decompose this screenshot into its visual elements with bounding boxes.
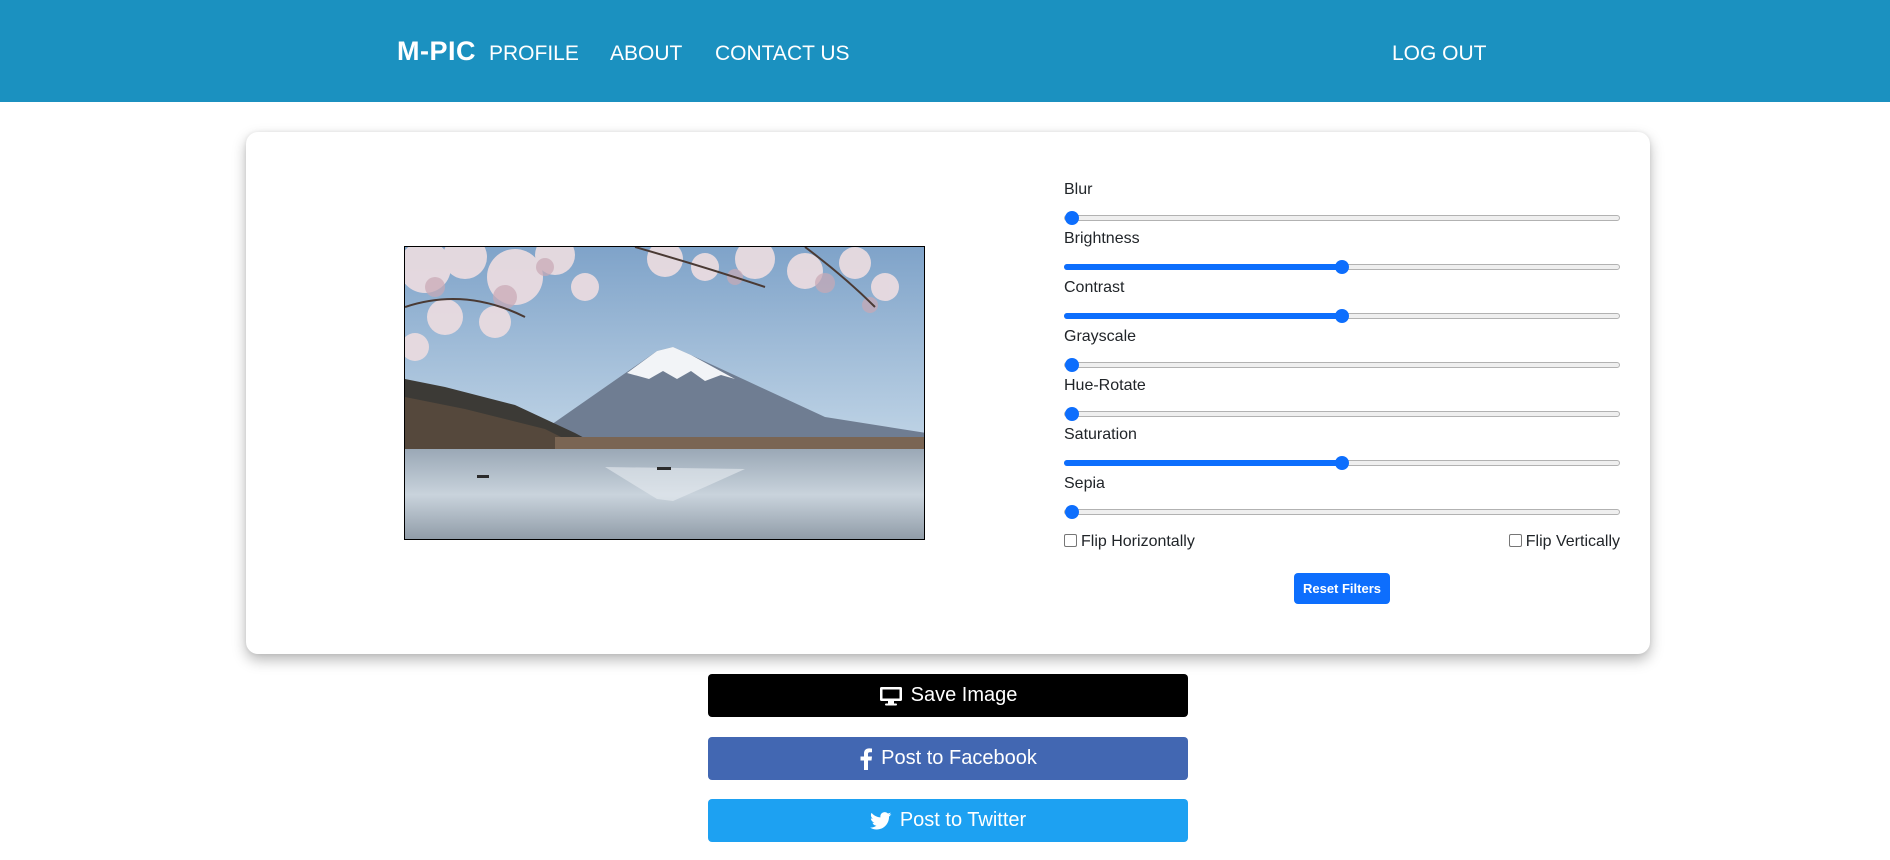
sepia-slider-track — [1064, 509, 1620, 515]
filter-saturation: Saturation — [1064, 425, 1620, 474]
post-to-twitter-label: Post to Twitter — [899, 809, 1027, 831]
contrast-slider[interactable] — [1064, 308, 1620, 324]
flip-horizontal-label: Flip Horizontally — [1081, 533, 1195, 550]
saturation-label: Saturation — [1064, 426, 1137, 443]
nav-link-profile[interactable]: PROFILE — [489, 42, 579, 66]
hue-rotate-slider[interactable] — [1064, 406, 1620, 422]
blur-slider-thumb[interactable] — [1065, 211, 1079, 225]
filter-hue-rotate: Hue-Rotate — [1064, 376, 1620, 425]
grayscale-slider[interactable] — [1064, 357, 1620, 373]
hue-rotate-label: Hue-Rotate — [1064, 377, 1146, 394]
flip-vertical-option[interactable]: Flip Vertically — [1508, 533, 1620, 551]
saturation-slider-thumb[interactable] — [1335, 456, 1349, 470]
grayscale-slider-thumb[interactable] — [1065, 358, 1079, 372]
contrast-slider-fill — [1064, 313, 1342, 319]
flip-vertical-checkbox[interactable] — [1508, 534, 1522, 547]
saturation-slider-fill — [1064, 460, 1342, 466]
flip-horizontal-checkbox[interactable] — [1064, 534, 1077, 547]
sepia-label: Sepia — [1064, 475, 1105, 492]
flip-vertical-label: Flip Vertically — [1525, 533, 1620, 550]
sepia-slider-thumb[interactable] — [1065, 505, 1079, 519]
flip-horizontal-option[interactable]: Flip Horizontally — [1064, 533, 1195, 551]
save-image-label: Save Image — [910, 684, 1018, 706]
twitter-icon — [869, 811, 892, 830]
post-to-twitter-button[interactable]: Post to Twitter — [708, 799, 1188, 842]
brightness-label: Brightness — [1064, 230, 1140, 247]
brightness-slider[interactable] — [1064, 259, 1620, 275]
hue-rotate-slider-track — [1064, 411, 1620, 417]
logout-link[interactable]: LOG OUT — [1392, 42, 1487, 66]
grayscale-slider-track — [1064, 362, 1620, 368]
grayscale-label: Grayscale — [1064, 328, 1137, 345]
facebook-icon — [859, 747, 873, 770]
blur-label: Blur — [1064, 181, 1093, 198]
post-to-facebook-button[interactable]: Post to Facebook — [708, 737, 1188, 780]
filter-sepia: Sepia — [1064, 474, 1620, 523]
contrast-label: Contrast — [1064, 279, 1125, 296]
brand-logo[interactable]: M-PIC — [397, 36, 476, 67]
filter-grayscale: Grayscale — [1064, 327, 1620, 376]
nav-link-about[interactable]: ABOUT — [610, 42, 682, 66]
desktop-icon — [879, 686, 903, 706]
reset-filters-button[interactable]: Reset Filters — [1294, 573, 1390, 604]
filter-controls: Blur Brightness Contrast Grayscale Hue-Rotat… — [1064, 180, 1620, 523]
filter-contrast: Contrast — [1064, 278, 1620, 327]
saturation-slider[interactable] — [1064, 455, 1620, 471]
sepia-slider[interactable] — [1064, 504, 1620, 520]
top-navbar: M-PIC PROFILE ABOUT CONTACT US LOG OUT — [0, 0, 1890, 102]
nav-link-contact-us[interactable]: CONTACT US — [715, 42, 850, 66]
post-to-facebook-label: Post to Facebook — [881, 747, 1037, 769]
contrast-slider-thumb[interactable] — [1335, 309, 1349, 323]
blur-slider[interactable] — [1064, 210, 1620, 226]
filter-blur: Blur — [1064, 180, 1620, 229]
flip-options: Flip Horizontally Flip Vertically — [1064, 533, 1620, 553]
save-image-button[interactable]: Save Image — [708, 674, 1188, 717]
hue-rotate-slider-thumb[interactable] — [1065, 407, 1079, 421]
brightness-slider-thumb[interactable] — [1335, 260, 1349, 274]
filter-brightness: Brightness — [1064, 229, 1620, 278]
blur-slider-track — [1064, 215, 1620, 221]
preview-image — [404, 246, 925, 540]
brightness-slider-fill — [1064, 264, 1342, 270]
